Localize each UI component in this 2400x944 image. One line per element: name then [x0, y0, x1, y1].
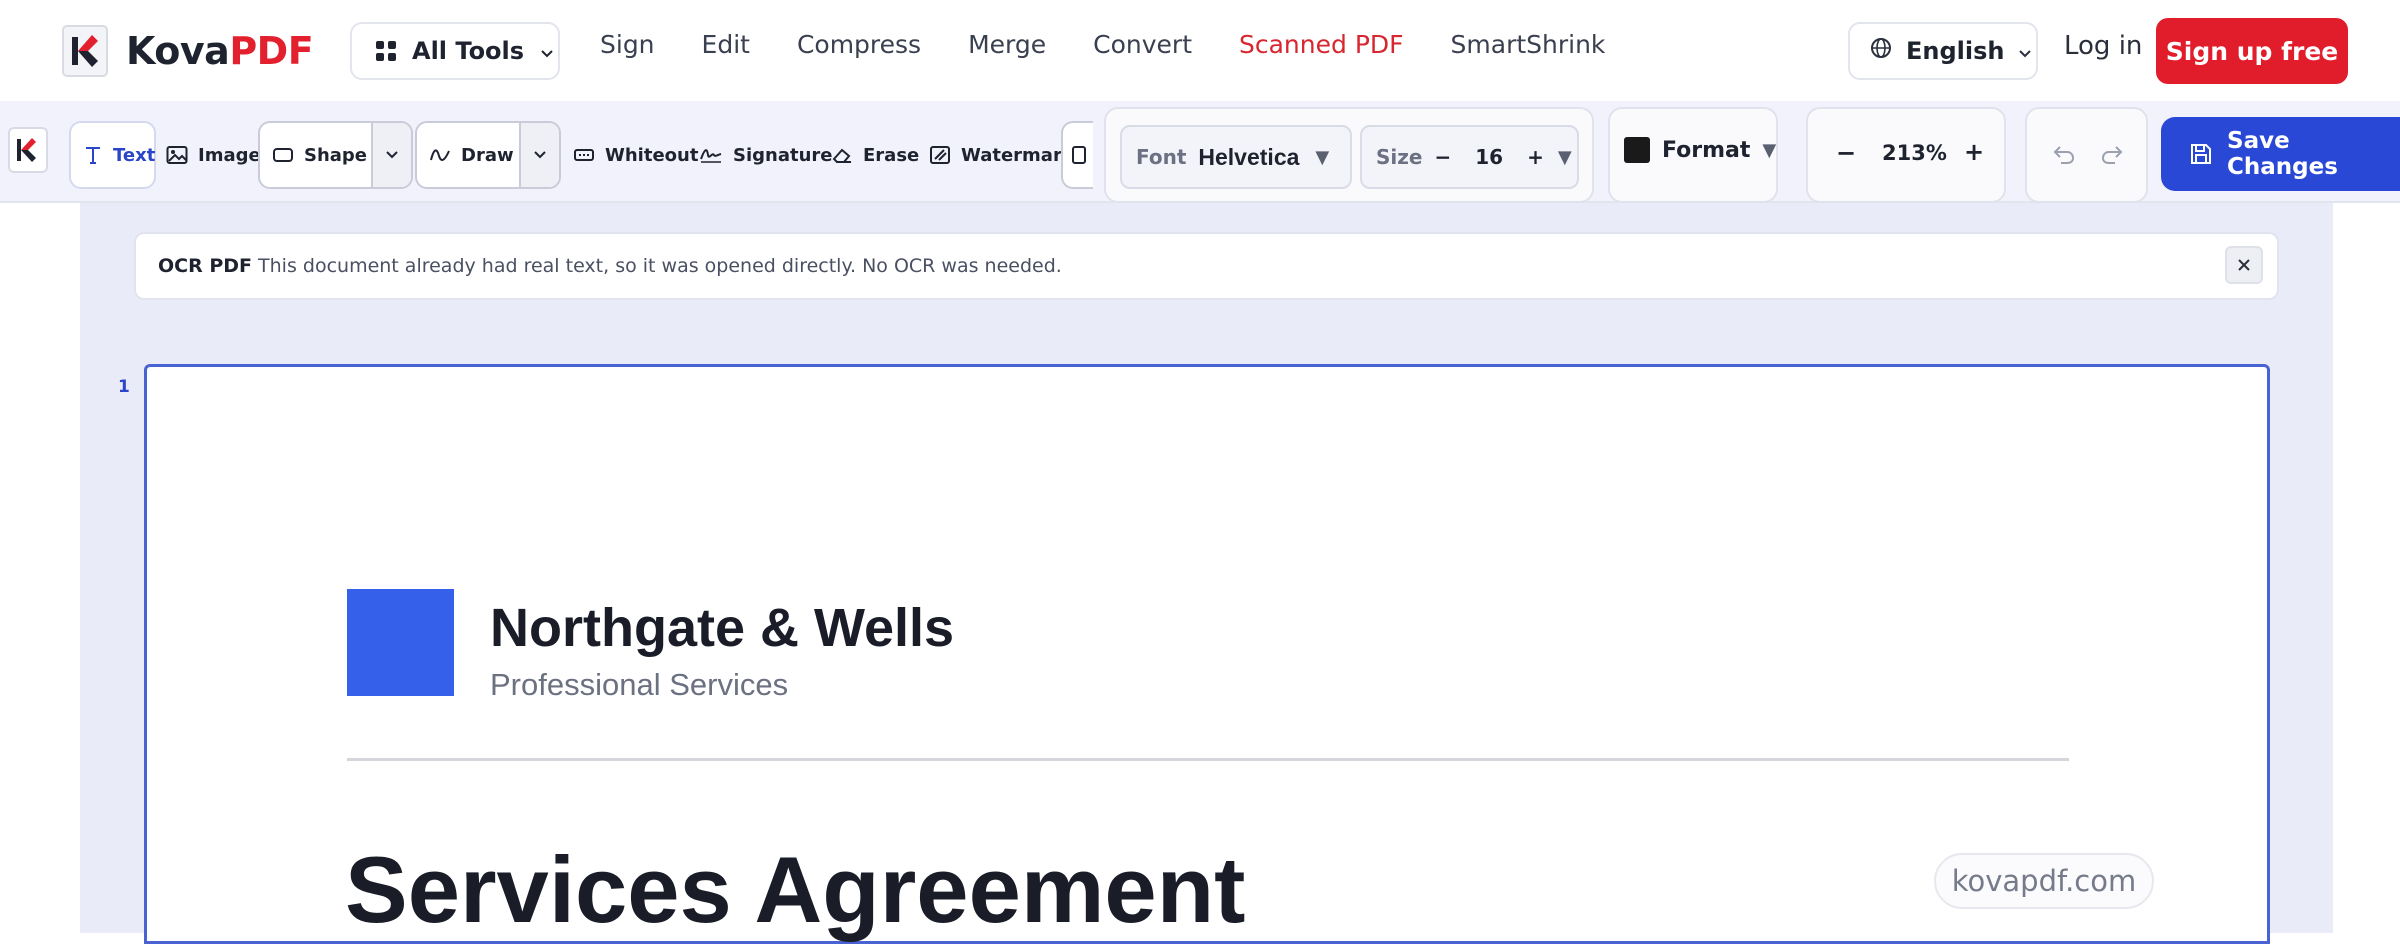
rectangle-icon — [272, 146, 294, 164]
caret-down-icon: ▼ — [1762, 139, 1777, 161]
caret-down-icon: ▼ — [1315, 146, 1330, 168]
image-tool-label: Image — [198, 144, 261, 166]
save-changes-button[interactable]: Save Changes — [2161, 117, 2400, 191]
image-tool-button[interactable]: Image — [166, 121, 261, 189]
whiteout-tool-label: Whiteout — [605, 144, 699, 166]
size-increase-button[interactable]: + — [1527, 145, 1544, 169]
caret-down-icon[interactable]: ▼ — [1558, 147, 1572, 168]
chevron-down-icon — [540, 37, 554, 65]
logo-text-kova: Kova — [126, 29, 230, 73]
draw-dropdown-toggle[interactable] — [519, 123, 559, 187]
watermark-tool-label: Watermark — [961, 144, 1074, 166]
text-tool-label: Text — [113, 144, 156, 166]
signature-icon — [699, 146, 723, 164]
signature-tool-label: Signature — [733, 144, 833, 166]
all-tools-label: All Tools — [412, 37, 525, 65]
kova-logo-icon — [62, 25, 108, 77]
whiteout-tool-button[interactable]: Whiteout — [573, 121, 698, 189]
zoom-value: 213% — [1882, 141, 1947, 165]
watermark-icon — [929, 145, 951, 165]
zoom-panel: − 213% + — [1806, 107, 2006, 203]
nav-link-scanned-pdf[interactable]: Scanned PDF — [1239, 30, 1404, 59]
font-selector[interactable]: Font Helvetica ▼ — [1120, 125, 1352, 189]
grid-icon — [376, 41, 396, 61]
nav-link-compress[interactable]: Compress — [797, 30, 921, 59]
page-icon — [1072, 146, 1086, 164]
company-name[interactable]: Northgate & Wells — [490, 597, 954, 659]
text-icon — [83, 144, 103, 166]
signature-tool-button[interactable]: Signature — [699, 121, 832, 189]
top-navigation: KovaPDF All Tools Sign Edit Compress Mer… — [0, 0, 2400, 101]
watermark-badge: kovapdf.com — [1934, 853, 2154, 909]
watermark-tool-button[interactable]: Watermark — [929, 121, 1074, 189]
erase-tool-button[interactable]: Erase — [831, 121, 919, 189]
undo-icon[interactable] — [2051, 141, 2077, 171]
save-changes-label: Save Changes — [2227, 128, 2338, 180]
redo-icon[interactable] — [2099, 141, 2125, 171]
font-value: Helvetica — [1198, 143, 1300, 170]
zoom-in-button[interactable]: + — [1964, 138, 1984, 166]
chevron-down-icon — [386, 151, 398, 159]
page-number[interactable]: 1 — [118, 377, 130, 397]
draw-icon — [429, 146, 451, 164]
globe-icon — [1870, 37, 1892, 65]
text-tool-button[interactable]: Text — [69, 121, 156, 189]
kova-logo-icon[interactable] — [8, 127, 48, 173]
text-style-panel: Font Helvetica ▼ Size − 16 + ▼ — [1104, 107, 1594, 203]
ocr-notice-banner: OCR PDF This document already had real t… — [134, 232, 2279, 300]
text-color-swatch — [1624, 137, 1650, 163]
nav-link-convert[interactable]: Convert — [1093, 30, 1192, 59]
company-tagline[interactable]: Professional Services — [490, 667, 788, 703]
nav-links: Sign Edit Compress Merge Convert Scanned… — [600, 30, 1652, 59]
chevron-down-icon — [2018, 37, 2032, 65]
size-field: Size − 16 + ▼ — [1360, 125, 1579, 189]
draw-tool-button[interactable]: Draw — [415, 121, 561, 189]
language-selector[interactable]: English — [1848, 22, 2038, 80]
nav-link-smartshrink[interactable]: SmartShrink — [1451, 30, 1606, 59]
shape-tool-label: Shape — [304, 144, 368, 166]
shape-tool-button[interactable]: Shape — [258, 121, 413, 189]
eraser-icon — [831, 146, 853, 164]
signup-button[interactable]: Sign up free — [2156, 18, 2348, 84]
ocr-banner-message: This document already had real text, so … — [258, 255, 1062, 277]
history-panel — [2025, 107, 2148, 203]
font-label: Font — [1136, 145, 1187, 169]
nav-link-merge[interactable]: Merge — [968, 30, 1046, 59]
save-icon — [2189, 142, 2213, 166]
site-logo[interactable]: KovaPDF — [62, 25, 314, 77]
size-value[interactable]: 16 — [1475, 145, 1503, 169]
ocr-banner-title: OCR PDF — [158, 255, 253, 277]
shape-dropdown-toggle[interactable] — [371, 123, 411, 187]
chevron-down-icon — [534, 151, 546, 159]
login-link[interactable]: Log in — [2064, 31, 2142, 61]
more-tools-button[interactable] — [1061, 121, 1093, 189]
close-icon[interactable] — [2225, 246, 2263, 284]
zoom-out-button[interactable]: − — [1836, 139, 1856, 167]
image-icon — [166, 145, 188, 165]
whiteout-icon — [573, 146, 595, 164]
company-logo-square[interactable] — [347, 589, 454, 696]
nav-link-sign[interactable]: Sign — [600, 30, 655, 59]
editor-toolbar: Text Image Shape Draw Whiteout Signature… — [0, 101, 2400, 203]
erase-tool-label: Erase — [863, 144, 920, 166]
format-panel: Format ▼ — [1608, 107, 1778, 203]
draw-tool-label: Draw — [461, 144, 514, 166]
format-button[interactable]: Format ▼ — [1624, 137, 1776, 163]
nav-link-edit[interactable]: Edit — [702, 30, 750, 59]
all-tools-button[interactable]: All Tools — [350, 22, 560, 80]
document-title[interactable]: Services Agreement — [345, 836, 1245, 944]
header-divider — [347, 758, 2069, 761]
format-label: Format — [1662, 137, 1751, 163]
size-label: Size — [1376, 145, 1423, 169]
size-decrease-button[interactable]: − — [1434, 145, 1451, 169]
logo-text-pdf: PDF — [229, 29, 314, 73]
language-label: English — [1906, 37, 2005, 65]
